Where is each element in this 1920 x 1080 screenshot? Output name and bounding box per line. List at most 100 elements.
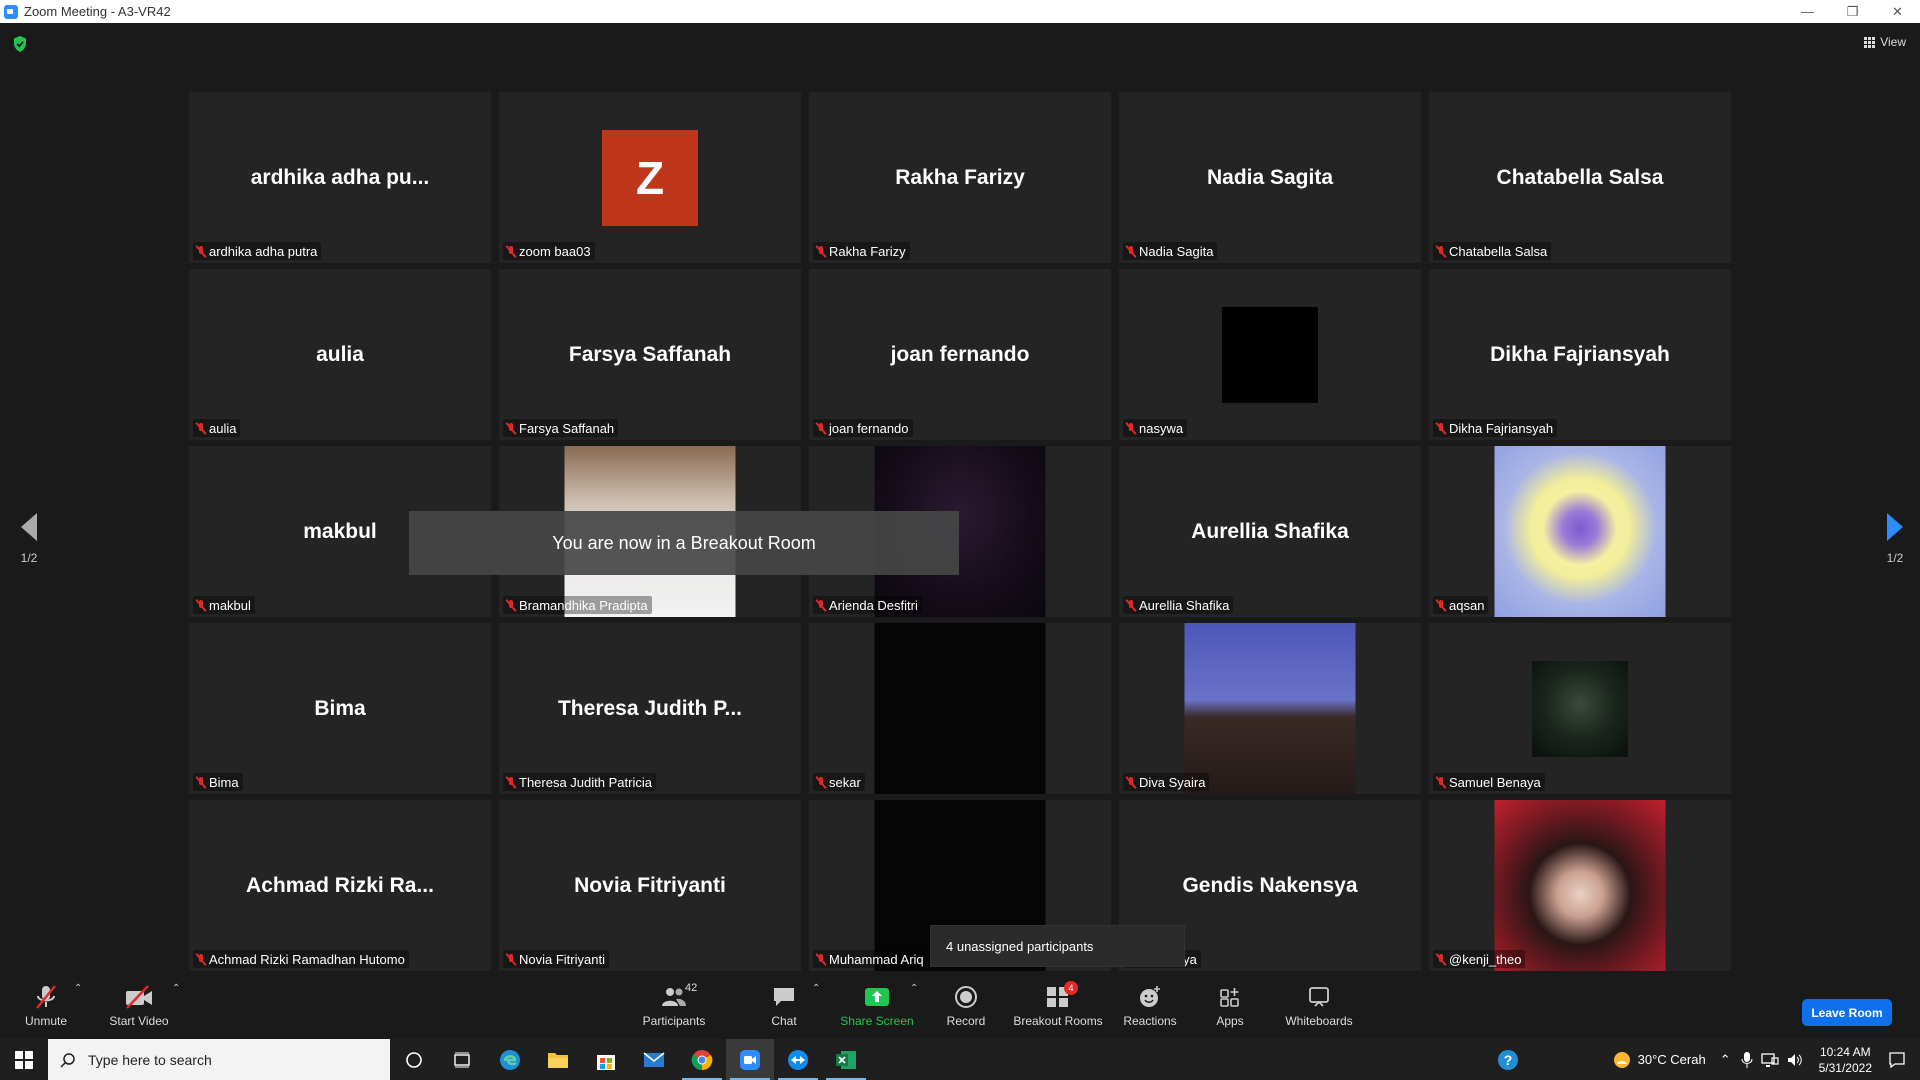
whiteboards-button[interactable]: Whiteboards — [1283, 973, 1355, 1039]
system-tray: ? 30°C Cerah ⌃ 10:24 AM 5/31/2022 — [1484, 1039, 1920, 1080]
mic-muted-icon — [196, 776, 206, 789]
participant-name-label: Diva Syaira — [1123, 773, 1210, 791]
participant-name-label: Dikha Fajriansyah — [1433, 419, 1558, 437]
participant-name-label: sekar — [813, 773, 865, 791]
participant-name: Farsya Saffanah — [519, 421, 615, 436]
participant-tile[interactable]: Nadia Sagita Nadia Sagita — [1119, 92, 1421, 263]
cortana-button[interactable] — [390, 1039, 438, 1080]
participant-tile[interactable]: Achmad Rizki Ra... Achmad Rizki Ramadhan … — [189, 800, 491, 971]
participant-tile[interactable]: Diva Syaira — [1119, 623, 1421, 794]
participant-tile[interactable]: Novia Fitriyanti Novia Fitriyanti — [499, 800, 801, 971]
participant-display-name: Achmad Rizki Ra... — [246, 873, 434, 897]
participant-tile[interactable]: @kenji_theo — [1429, 800, 1731, 971]
participant-name: Samuel Benaya — [1449, 775, 1541, 790]
participant-display-name: Gendis Nakensya — [1182, 873, 1358, 897]
participant-name-label: ardhika adha putra — [193, 242, 322, 260]
previous-page-button[interactable]: 1/2 — [14, 513, 44, 565]
mail-app[interactable] — [630, 1039, 678, 1080]
notification-icon[interactable] — [1888, 1051, 1906, 1069]
excel-app[interactable] — [822, 1039, 870, 1080]
participant-name: Diva Syaira — [1139, 775, 1206, 790]
unmute-button[interactable]: Unmute — [18, 973, 74, 1039]
participant-display-name: Theresa Judith P... — [557, 696, 742, 720]
edge-app[interactable] — [486, 1039, 534, 1080]
microphone-icon[interactable] — [1741, 1051, 1753, 1069]
participant-tile[interactable]: nasywa — [1119, 269, 1421, 440]
apps-button[interactable]: Apps — [1212, 973, 1248, 1039]
share-options-caret[interactable]: ⌃ — [910, 983, 918, 994]
participant-name-label: Aurellia Shafika — [1123, 596, 1234, 614]
zoom-app[interactable] — [726, 1039, 774, 1080]
participant-tile[interactable]: Dikha Fajriansyah Dikha Fajriansyah — [1429, 269, 1731, 440]
reactions-button[interactable]: Reactions — [1122, 973, 1178, 1039]
volume-icon[interactable] — [1787, 1052, 1805, 1068]
chat-options-caret[interactable]: ⌃ — [812, 983, 820, 994]
share-screen-label: Share Screen — [840, 1014, 914, 1028]
participant-name-label: aqsan — [1433, 596, 1489, 614]
whiteboards-label: Whiteboards — [1285, 1014, 1353, 1028]
breakout-rooms-button[interactable]: 4 Breakout Rooms — [1013, 973, 1103, 1039]
participant-display-name: Dikha Fajriansyah — [1490, 342, 1670, 366]
mic-muted-icon — [1436, 245, 1446, 258]
start-button[interactable] — [0, 1039, 48, 1080]
participant-tile[interactable]: sekar — [809, 623, 1111, 794]
participant-name-label: Bima — [193, 773, 243, 791]
file-explorer-app[interactable] — [534, 1039, 582, 1080]
participant-tile[interactable]: joan fernando joan fernando — [809, 269, 1111, 440]
network-icon[interactable] — [1760, 1052, 1779, 1068]
video-options-caret[interactable]: ⌃ — [172, 983, 180, 994]
participant-tile[interactable]: Chatabella Salsa Chatabella Salsa — [1429, 92, 1731, 263]
participant-name: nasywa — [1139, 421, 1184, 436]
participant-tile[interactable]: Rakha Farizy Rakha Farizy — [809, 92, 1111, 263]
participant-name: Nadia Sagita — [1139, 244, 1214, 259]
audio-options-caret[interactable]: ⌃ — [74, 983, 82, 994]
mic-muted-icon — [506, 245, 516, 258]
taskbar-clock[interactable]: 10:24 AM 5/31/2022 — [1819, 1044, 1872, 1076]
share-screen-button[interactable]: Share Screen — [838, 973, 916, 1039]
weather-text[interactable]: 30°C Cerah — [1638, 1052, 1706, 1067]
record-button[interactable]: Record — [944, 973, 988, 1039]
participant-tile[interactable]: Aurellia Shafika Aurellia Shafika — [1119, 446, 1421, 617]
restore-button[interactable]: ❐ — [1830, 0, 1875, 23]
unmute-label: Unmute — [24, 1014, 68, 1028]
shield-icon[interactable] — [12, 35, 28, 53]
chevron-up-icon[interactable]: ⌃ — [1720, 1052, 1731, 1068]
store-app[interactable] — [582, 1039, 630, 1080]
participant-name-label: makbul — [193, 596, 255, 614]
participant-tile[interactable]: ardhika adha pu... ardhika adha putra — [189, 92, 491, 263]
help-app[interactable]: ? — [1484, 1039, 1532, 1080]
participant-name-label: Muhammad Ariq — [813, 950, 928, 968]
minimize-button[interactable]: — — [1785, 0, 1830, 23]
start-video-button[interactable]: Start Video — [106, 973, 172, 1039]
chat-button[interactable]: Chat — [764, 973, 804, 1039]
participant-name: makbul — [209, 598, 251, 613]
participant-tile[interactable]: Bima Bima — [189, 623, 491, 794]
participant-name: Dikha Fajriansyah — [1449, 421, 1554, 436]
participant-tile[interactable]: Theresa Judith P... Theresa Judith Patric… — [499, 623, 801, 794]
teamviewer-app[interactable] — [774, 1039, 822, 1080]
cortana-icon — [406, 1051, 422, 1068]
chrome-app[interactable] — [678, 1039, 726, 1080]
participant-tile[interactable]: aqsan — [1429, 446, 1731, 617]
meeting-area: View 1/2 1/2 ardhika adha pu... ardhika a… — [0, 23, 1920, 973]
taskbar-search[interactable]: Type here to search — [48, 1039, 390, 1080]
chat-icon — [774, 988, 794, 1006]
participants-button[interactable]: 42 Participants — [637, 973, 711, 1039]
participant-tile[interactable]: Samuel Benaya — [1429, 623, 1731, 794]
leave-room-button[interactable]: Leave Room — [1802, 999, 1892, 1026]
participant-tile[interactable]: aulia aulia — [189, 269, 491, 440]
weather-icon[interactable] — [1612, 1050, 1632, 1070]
next-page-button[interactable]: 1/2 — [1880, 513, 1910, 565]
participant-name-label: Arienda Desfitri — [813, 596, 922, 614]
task-view-button[interactable] — [438, 1039, 486, 1080]
share-screen-icon — [865, 988, 889, 1006]
mic-muted-icon — [816, 776, 826, 789]
unassigned-tooltip: 4 unassigned participants — [930, 925, 1185, 967]
close-button[interactable]: ✕ — [1875, 0, 1920, 23]
avatar: Z — [602, 129, 698, 226]
windows-logo-icon — [15, 1050, 33, 1069]
view-button[interactable]: View — [1864, 35, 1906, 49]
participant-tile[interactable]: Zzoom baa03 — [499, 92, 801, 263]
participant-tile[interactable]: Farsya Saffanah Farsya Saffanah — [499, 269, 801, 440]
participant-display-name: aulia — [316, 342, 364, 366]
